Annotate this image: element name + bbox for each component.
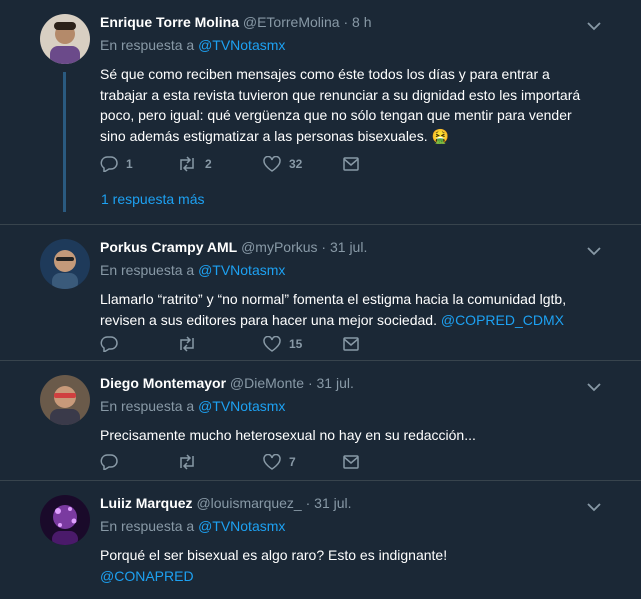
- reply-count: 1: [126, 157, 133, 171]
- chevron-down-icon[interactable]: [587, 379, 601, 392]
- tweet-text: Porqué el ser bisexual es algo raro? Est…: [100, 545, 591, 586]
- tweet[interactable]: Diego Montemayor @DieMonte · 31 jul. En …: [0, 361, 641, 481]
- reply-prefix: En respuesta a: [100, 37, 199, 53]
- avatar[interactable]: [40, 375, 90, 425]
- reply-to-link[interactable]: @TVNotasmx: [198, 518, 285, 534]
- reply-icon: [100, 156, 118, 172]
- display-name[interactable]: Diego Montemayor: [100, 375, 226, 391]
- retweet-icon: [177, 454, 197, 470]
- dm-icon: [343, 455, 359, 469]
- like-icon: [263, 454, 281, 470]
- retweet-icon: [177, 336, 197, 352]
- retweet-button[interactable]: [177, 334, 197, 354]
- retweet-count: 2: [205, 157, 212, 171]
- dm-button[interactable]: [343, 334, 359, 354]
- tweet-header: Luiiz Marquez @louismarquez_ · 31 jul.: [100, 493, 591, 513]
- tweet-text: Sé que como reciben mensajes como éste t…: [100, 66, 581, 144]
- reply-to-link[interactable]: @TVNotasmx: [198, 37, 285, 53]
- like-button[interactable]: 15: [263, 334, 302, 354]
- tweet-header: Enrique Torre Molina @ETorreMolina · 8 h: [100, 12, 591, 32]
- timestamp[interactable]: 31 jul.: [317, 375, 354, 391]
- reply-icon: [100, 454, 118, 470]
- reply-prefix: En respuesta a: [100, 398, 199, 414]
- display-name[interactable]: Enrique Torre Molina: [100, 14, 239, 30]
- reply-button[interactable]: [100, 452, 118, 472]
- dm-button[interactable]: [343, 452, 359, 472]
- like-count: 32: [289, 157, 303, 171]
- mention-link[interactable]: @COPRED_CDMX: [441, 312, 564, 328]
- tweet-text: Llamarlo “ratrito” y “no normal” fomenta…: [100, 289, 591, 330]
- retweet-button[interactable]: 2: [177, 154, 212, 174]
- retweet-icon: [177, 156, 197, 172]
- separator-dot: ·: [343, 14, 349, 30]
- mention-link[interactable]: @CONAPRED: [100, 566, 591, 587]
- reply-prefix: En respuesta a: [100, 518, 199, 534]
- reply-context: En respuesta a @TVNotasmx: [100, 516, 591, 536]
- dm-icon: [343, 157, 359, 171]
- tweet-header: Diego Montemayor @DieMonte · 31 jul.: [100, 373, 591, 393]
- user-handle[interactable]: @myPorkus: [241, 239, 317, 255]
- like-button[interactable]: 32: [263, 154, 302, 174]
- timestamp[interactable]: 31 jul.: [330, 239, 367, 255]
- timestamp[interactable]: 8 h: [352, 14, 371, 30]
- like-icon: [263, 156, 281, 172]
- chevron-down-icon[interactable]: [587, 243, 601, 256]
- like-count: 15: [289, 337, 303, 351]
- tweet[interactable]: Porkus Crampy AML @myPorkus · 31 jul. En…: [0, 225, 641, 361]
- reply-to-link[interactable]: @TVNotasmx: [198, 262, 285, 278]
- replies-timeline: Enrique Torre Molina @ETorreMolina · 8 h…: [0, 0, 641, 599]
- reply-context: En respuesta a @TVNotasmx: [100, 396, 591, 416]
- display-name[interactable]: Luiiz Marquez: [100, 495, 193, 511]
- user-handle[interactable]: @louismarquez_: [196, 495, 301, 511]
- retweet-button[interactable]: [177, 452, 197, 472]
- show-more-replies-link[interactable]: 1 respuesta más: [101, 191, 205, 207]
- chevron-down-icon[interactable]: [587, 18, 601, 31]
- like-icon: [263, 336, 281, 352]
- display-name[interactable]: Porkus Crampy AML: [100, 239, 237, 255]
- reply-button[interactable]: [100, 334, 118, 354]
- separator-dot: ·: [321, 239, 327, 255]
- avatar[interactable]: [40, 495, 90, 545]
- tweet-text: Precisamente mucho heterosexual no hay e…: [100, 427, 476, 443]
- like-count: 7: [289, 455, 296, 469]
- reply-context: En respuesta a @TVNotasmx: [100, 35, 591, 55]
- tweet[interactable]: Luiiz Marquez @louismarquez_ · 31 jul. E…: [0, 481, 641, 599]
- chevron-down-icon[interactable]: [587, 499, 601, 512]
- reply-icon: [100, 336, 118, 352]
- timestamp[interactable]: 31 jul.: [314, 495, 351, 511]
- reply-button[interactable]: 1: [100, 154, 133, 174]
- dm-icon: [343, 337, 359, 351]
- user-handle[interactable]: @ETorreMolina: [243, 14, 340, 30]
- tweet[interactable]: Enrique Torre Molina @ETorreMolina · 8 h…: [0, 0, 641, 225]
- tweet-text-body: Porqué el ser bisexual es algo raro? Est…: [100, 547, 448, 563]
- user-handle[interactable]: @DieMonte: [230, 375, 304, 391]
- reply-prefix: En respuesta a: [100, 262, 199, 278]
- thread-line: [63, 72, 66, 212]
- separator-dot: ·: [307, 375, 313, 391]
- like-button[interactable]: 7: [263, 452, 296, 472]
- avatar[interactable]: [40, 239, 90, 289]
- avatar[interactable]: [40, 14, 90, 64]
- reply-to-link[interactable]: @TVNotasmx: [198, 398, 285, 414]
- tweet-header: Porkus Crampy AML @myPorkus · 31 jul.: [100, 237, 591, 257]
- dm-button[interactable]: [343, 154, 359, 174]
- reply-context: En respuesta a @TVNotasmx: [100, 260, 591, 280]
- separator-dot: ·: [305, 495, 311, 511]
